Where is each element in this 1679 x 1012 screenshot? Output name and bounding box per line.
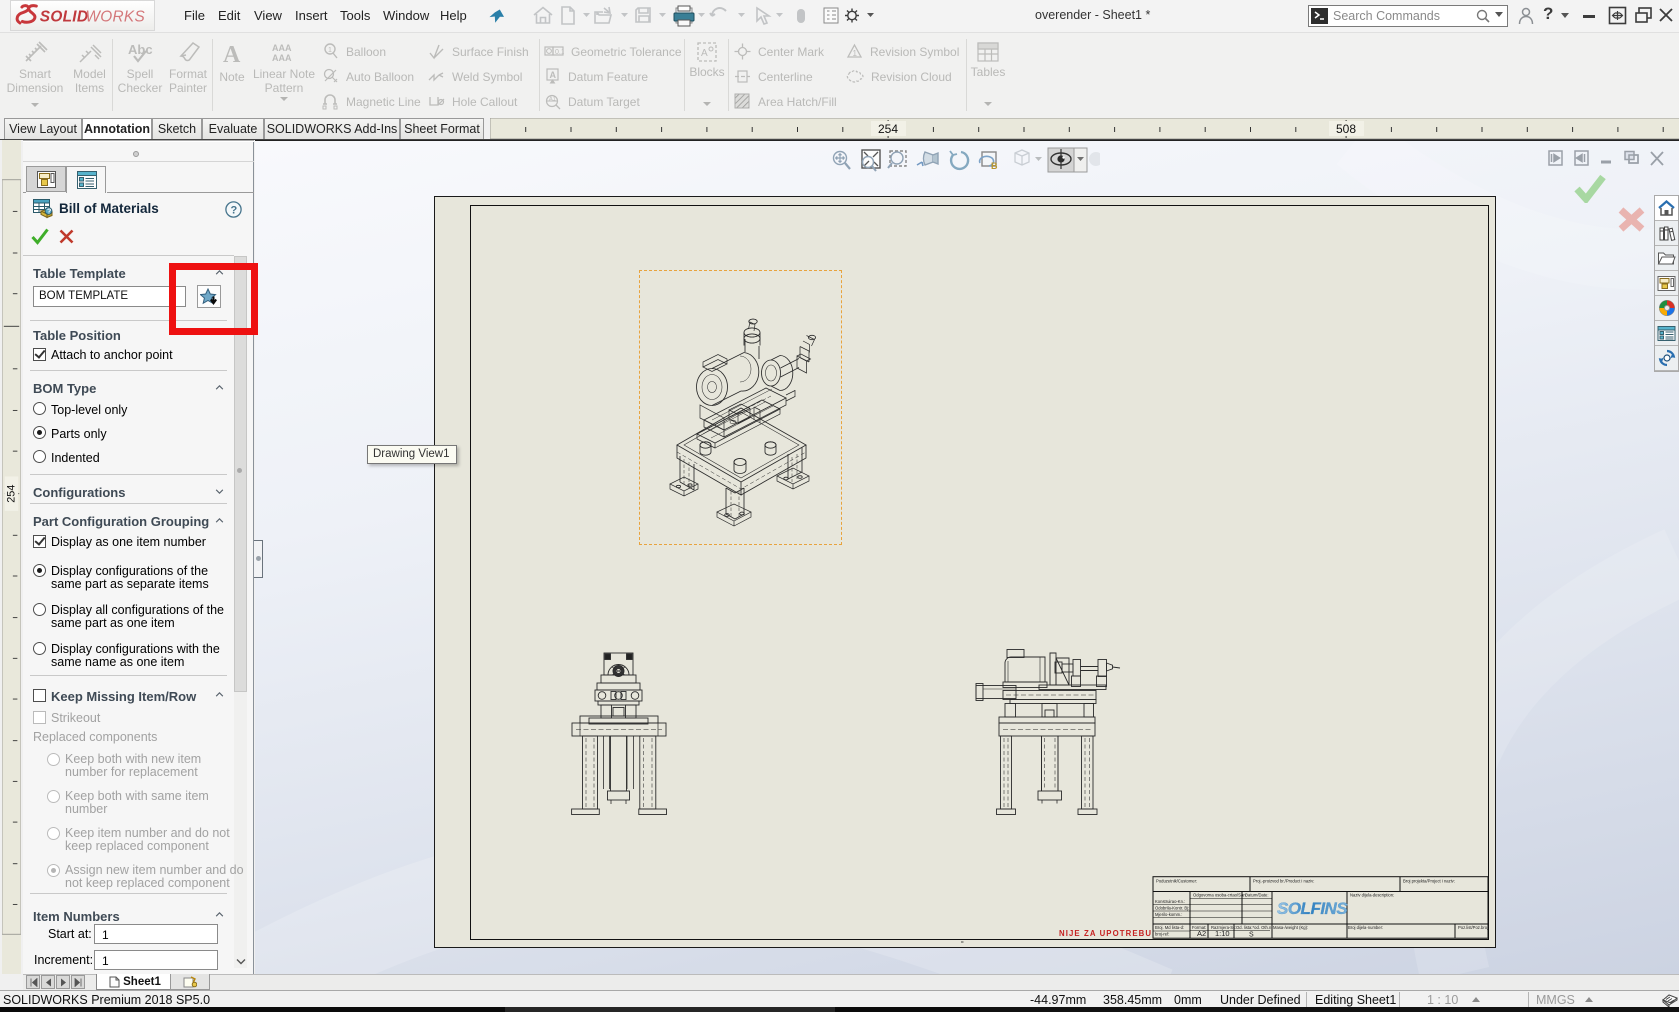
svg-text:A: A: [701, 48, 708, 59]
svg-text:Naziv dijela-description:: Naziv dijela-description:: [1350, 893, 1394, 898]
svg-text:Broj projekta/Project i naziv:: Broj projekta/Project i naziv:: [1403, 879, 1455, 884]
svg-text:WORKS: WORKS: [85, 8, 145, 25]
svg-text:Proj.-proizvod br./Product i n: Proj.-proizvod br./Product i naziv:: [1253, 879, 1314, 884]
svg-text:Poz.list/Poz.broj:: Poz.list/Poz.broj:: [1458, 925, 1489, 930]
svg-text:0.1: 0.1: [555, 49, 564, 56]
svg-text:Konstruirao-Kn.:: Konstruirao-Kn.:: [1155, 899, 1185, 904]
svg-text:A: A: [550, 70, 557, 80]
svg-text:AAA: AAA: [272, 43, 292, 53]
svg-text:B: B: [991, 161, 998, 171]
svg-text:1: 1: [853, 49, 858, 58]
svg-text:Mjerilo-komm.:: Mjerilo-komm.:: [1155, 912, 1182, 917]
svg-text:Od. lista:*od. Oth.n:: Od. lista:*od. Oth.n:: [1236, 925, 1273, 930]
svg-text:508: 508: [1336, 122, 1356, 136]
svg-text:?: ?: [47, 209, 51, 216]
svg-text:1: 1: [328, 47, 332, 54]
svg-text:A2: A2: [1197, 929, 1206, 938]
svg-text:SOLFINS: SOLFINS: [1277, 899, 1348, 918]
svg-text:Datum/Date:: Datum/Date:: [1245, 893, 1269, 898]
svg-text:A1: A1: [549, 97, 556, 103]
svg-text:SOLID: SOLID: [40, 8, 88, 25]
svg-text:A: A: [223, 42, 241, 67]
svg-text:Poduzetnik/Customer:: Poduzetnik/Customer:: [1156, 879, 1197, 884]
svg-text:?: ?: [231, 205, 238, 217]
svg-text:Odgovorna osoba-crtao/San:: Odgovorna osoba-crtao/San:: [1193, 893, 1247, 898]
svg-text:broj-ref:: broj-ref:: [1155, 932, 1169, 937]
svg-text:254: 254: [6, 485, 18, 503]
svg-text:AAA: AAA: [272, 53, 292, 63]
svg-text:Odobrila-Kontr. Bj:: Odobrila-Kontr. Bj:: [1155, 906, 1189, 911]
svg-text:Broj. Md lista-d:: Broj. Md lista-d:: [1155, 925, 1184, 930]
svg-text:1:10: 1:10: [1215, 929, 1230, 938]
svg-text:Broj dijela-number:: Broj dijela-number:: [1348, 925, 1383, 930]
svg-text:Masa-/weight (Kg):: Masa-/weight (Kg):: [1273, 925, 1308, 930]
svg-text:Abc: Abc: [128, 42, 153, 57]
svg-text:S: S: [1249, 932, 1254, 939]
svg-text:254: 254: [878, 122, 898, 136]
svg-text:NIJE ZA UPOTREBU: NIJE ZA UPOTREBU: [1059, 929, 1152, 938]
